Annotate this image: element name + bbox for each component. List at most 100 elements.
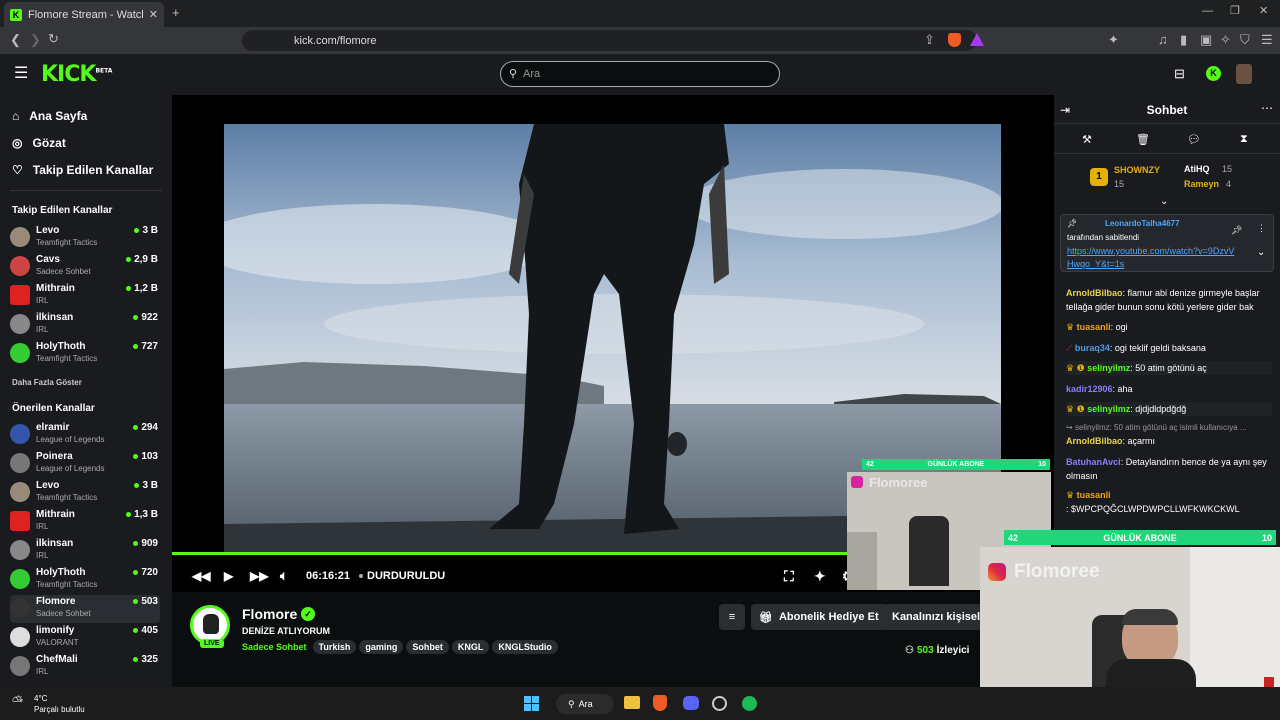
temperature: 4°C bbox=[34, 694, 48, 703]
gift-subscription-button[interactable]: 🎁︎ Abonelik Hediye Et bbox=[751, 604, 887, 630]
menu-icon[interactable]: ☰ bbox=[1261, 33, 1273, 46]
user-avatar[interactable] bbox=[1236, 64, 1252, 84]
nav-label: Gözat bbox=[32, 136, 66, 150]
chevron-down-icon[interactable]: ⌄ bbox=[1257, 247, 1265, 258]
channel-item[interactable]: Poinera League of Legends 103 bbox=[10, 450, 160, 478]
vpn-icon[interactable]: ⛉ bbox=[1240, 33, 1250, 46]
channel-name[interactable]: Flomore bbox=[242, 606, 297, 622]
hourglass-icon[interactable]: ⧗ bbox=[1240, 133, 1248, 146]
channel-item-active[interactable]: Flomore Sadece Sohbet 503 bbox=[10, 595, 160, 623]
share-icon[interactable]: ⇪ bbox=[924, 33, 935, 46]
more-options-button[interactable]: ≡ bbox=[719, 604, 745, 630]
pinned-by-user[interactable]: LeonardoTalha4677 bbox=[1105, 219, 1180, 228]
pin-icon: 📌︎ bbox=[1067, 219, 1078, 228]
trash-icon[interactable]: 🗑︎ bbox=[1136, 133, 1150, 146]
forward-skip-icon[interactable]: ▶▶ bbox=[250, 569, 268, 583]
chat-message: kadir12906: aha bbox=[1066, 384, 1133, 394]
channel-item[interactable]: HolyThoth Teamfight Tactics 727 bbox=[10, 340, 160, 368]
minimize-icon[interactable]: — bbox=[1202, 6, 1213, 17]
unpin-icon[interactable]: 📌︎ bbox=[1231, 225, 1242, 236]
close-window-icon[interactable]: ✕ bbox=[1259, 6, 1268, 17]
hamburger-menu-icon[interactable]: ☰ bbox=[14, 66, 28, 82]
customize-channel-button[interactable]: Kanalınızı kişisell bbox=[884, 604, 982, 630]
rewards-icon[interactable] bbox=[970, 33, 984, 46]
forward-icon[interactable]: ❯ bbox=[30, 33, 41, 46]
channel-item[interactable]: Mithrain IRL 1,2 B bbox=[10, 282, 160, 310]
nav-browse[interactable]: ◎ Gözat bbox=[12, 136, 66, 150]
discord-icon[interactable] bbox=[683, 696, 699, 710]
chat-bubble-icon[interactable]: 💬︎ bbox=[1187, 133, 1201, 146]
playback-status: DURDURULDU bbox=[367, 570, 446, 582]
channel-item[interactable]: Mithrain IRL 1,3 B bbox=[10, 508, 160, 536]
gifter-name[interactable]: Rameyn bbox=[1184, 179, 1219, 189]
brave-icon[interactable] bbox=[653, 695, 667, 711]
rewind-icon[interactable]: ◀◀ bbox=[192, 569, 210, 583]
browse-icon[interactable]: ⊟ bbox=[1174, 67, 1185, 80]
file-explorer-icon[interactable] bbox=[624, 696, 640, 709]
channel-item[interactable]: limonify VALORANT 405 bbox=[10, 624, 160, 652]
site-header: ☰ KICKBETA ⚲ Ara ⊟ K bbox=[0, 54, 1280, 95]
nav-following[interactable]: ♡ Takip Edilen Kanallar bbox=[12, 163, 153, 177]
url-field[interactable]: kick.com/flomore bbox=[242, 30, 977, 51]
wallet-icon[interactable]: ▣ bbox=[1200, 33, 1212, 46]
taskbar-search[interactable]: ⚲ Ara bbox=[556, 694, 614, 714]
expand-icon[interactable]: ⌄ bbox=[1160, 196, 1168, 207]
tag[interactable]: Sohbet bbox=[406, 640, 449, 654]
search-input[interactable]: ⚲ Ara bbox=[500, 61, 780, 87]
viewer-count: 405 bbox=[133, 625, 158, 636]
recommended-section-title: Önerilen Kanallar bbox=[12, 403, 95, 414]
media-icon[interactable]: ♫ bbox=[1158, 33, 1168, 46]
badge-icon: ❶ bbox=[1076, 363, 1085, 373]
chat-message: ⟋ buraq34: ogi teklif geldi baksana bbox=[1066, 343, 1206, 353]
channel-name: Mithrain bbox=[36, 509, 75, 520]
kick-k-icon[interactable]: K bbox=[1206, 66, 1221, 81]
back-icon[interactable]: ❮ bbox=[10, 33, 21, 46]
tab-close-icon[interactable]: ✕ bbox=[149, 8, 158, 21]
channel-item[interactable]: Levo Teamfight Tactics 3 B bbox=[10, 224, 160, 252]
viewer-count: 727 bbox=[133, 341, 158, 352]
spotify-icon[interactable] bbox=[742, 696, 757, 711]
clip-icon[interactable]: ⛶ bbox=[784, 568, 794, 585]
pinned-link[interactable]: https://www.youtube.com/watch?v=9DzvVHwq… bbox=[1067, 245, 1237, 271]
gifter-name[interactable]: AtiHQ bbox=[1184, 164, 1210, 174]
windows-taskbar: ⛅︎ 4°C Parçalı bulutlu ⚲ Ara bbox=[0, 687, 1280, 720]
viewer-count: 325 bbox=[133, 654, 158, 665]
hammer-icon[interactable]: ⚒ bbox=[1082, 133, 1092, 146]
category-link[interactable]: Sadece Sohbet bbox=[242, 642, 307, 652]
show-more-link[interactable]: Daha Fazla Göster bbox=[12, 378, 82, 387]
tag[interactable]: KNGLStudio bbox=[492, 640, 558, 654]
top-gifter-name[interactable]: SHOWNZY bbox=[1114, 165, 1160, 175]
tag[interactable]: Turkish bbox=[312, 640, 357, 654]
pin-menu-icon[interactable]: ⋮ bbox=[1257, 223, 1266, 234]
reload-icon[interactable]: ↻ bbox=[48, 32, 59, 45]
channel-name: Levo bbox=[36, 225, 60, 236]
channel-item[interactable]: elramir League of Legends 294 bbox=[10, 421, 160, 449]
kick-logo[interactable]: KICKBETA bbox=[41, 62, 112, 87]
new-tab-icon[interactable]: + bbox=[172, 6, 180, 19]
channel-item[interactable]: ilkinsan IRL 922 bbox=[10, 311, 160, 339]
channel-item[interactable]: ilkinsan IRL 909 bbox=[10, 537, 160, 565]
channel-item[interactable]: HolyThoth Teamfight Tactics 720 bbox=[10, 566, 160, 594]
volume-icon[interactable]: 🔈︎ bbox=[280, 568, 288, 584]
divider bbox=[1054, 153, 1280, 154]
sparkle-icon[interactable]: ✦ bbox=[814, 568, 826, 585]
channel-item[interactable]: Cavs Sadece Sohbet 2,9 B bbox=[10, 253, 160, 281]
nav-home[interactable]: ⌂ Ana Sayfa bbox=[12, 109, 87, 123]
maximize-icon[interactable]: ❐ bbox=[1230, 6, 1240, 17]
brave-shield-icon[interactable] bbox=[948, 33, 961, 47]
steam-icon[interactable] bbox=[712, 696, 727, 711]
crown-icon: ♛ bbox=[1066, 322, 1075, 332]
sidebar-toggle-icon[interactable]: ▮ bbox=[1180, 33, 1187, 46]
extensions-icon[interactable]: ✦ bbox=[1108, 33, 1119, 46]
ai-icon[interactable]: ✧ bbox=[1220, 33, 1231, 46]
start-icon[interactable] bbox=[524, 696, 539, 711]
tag[interactable]: KNGL bbox=[451, 640, 490, 654]
tag[interactable]: gaming bbox=[359, 640, 404, 654]
chat-message-highlighted: ♛ ❶ selinyilmz: 50 atim götünü aç bbox=[1066, 361, 1272, 375]
chat-menu-icon[interactable]: ⋯ bbox=[1261, 101, 1273, 115]
browser-tab[interactable]: K Flomore Stream - Watch Live on ✕ bbox=[4, 2, 164, 27]
channel-item[interactable]: ChefMali IRL 325 bbox=[10, 653, 160, 681]
channel-item[interactable]: Levo Teamfight Tactics 3 B bbox=[10, 479, 160, 507]
play-icon[interactable]: ▶ bbox=[224, 569, 233, 583]
cam-handle: Flomoree bbox=[1014, 561, 1100, 582]
